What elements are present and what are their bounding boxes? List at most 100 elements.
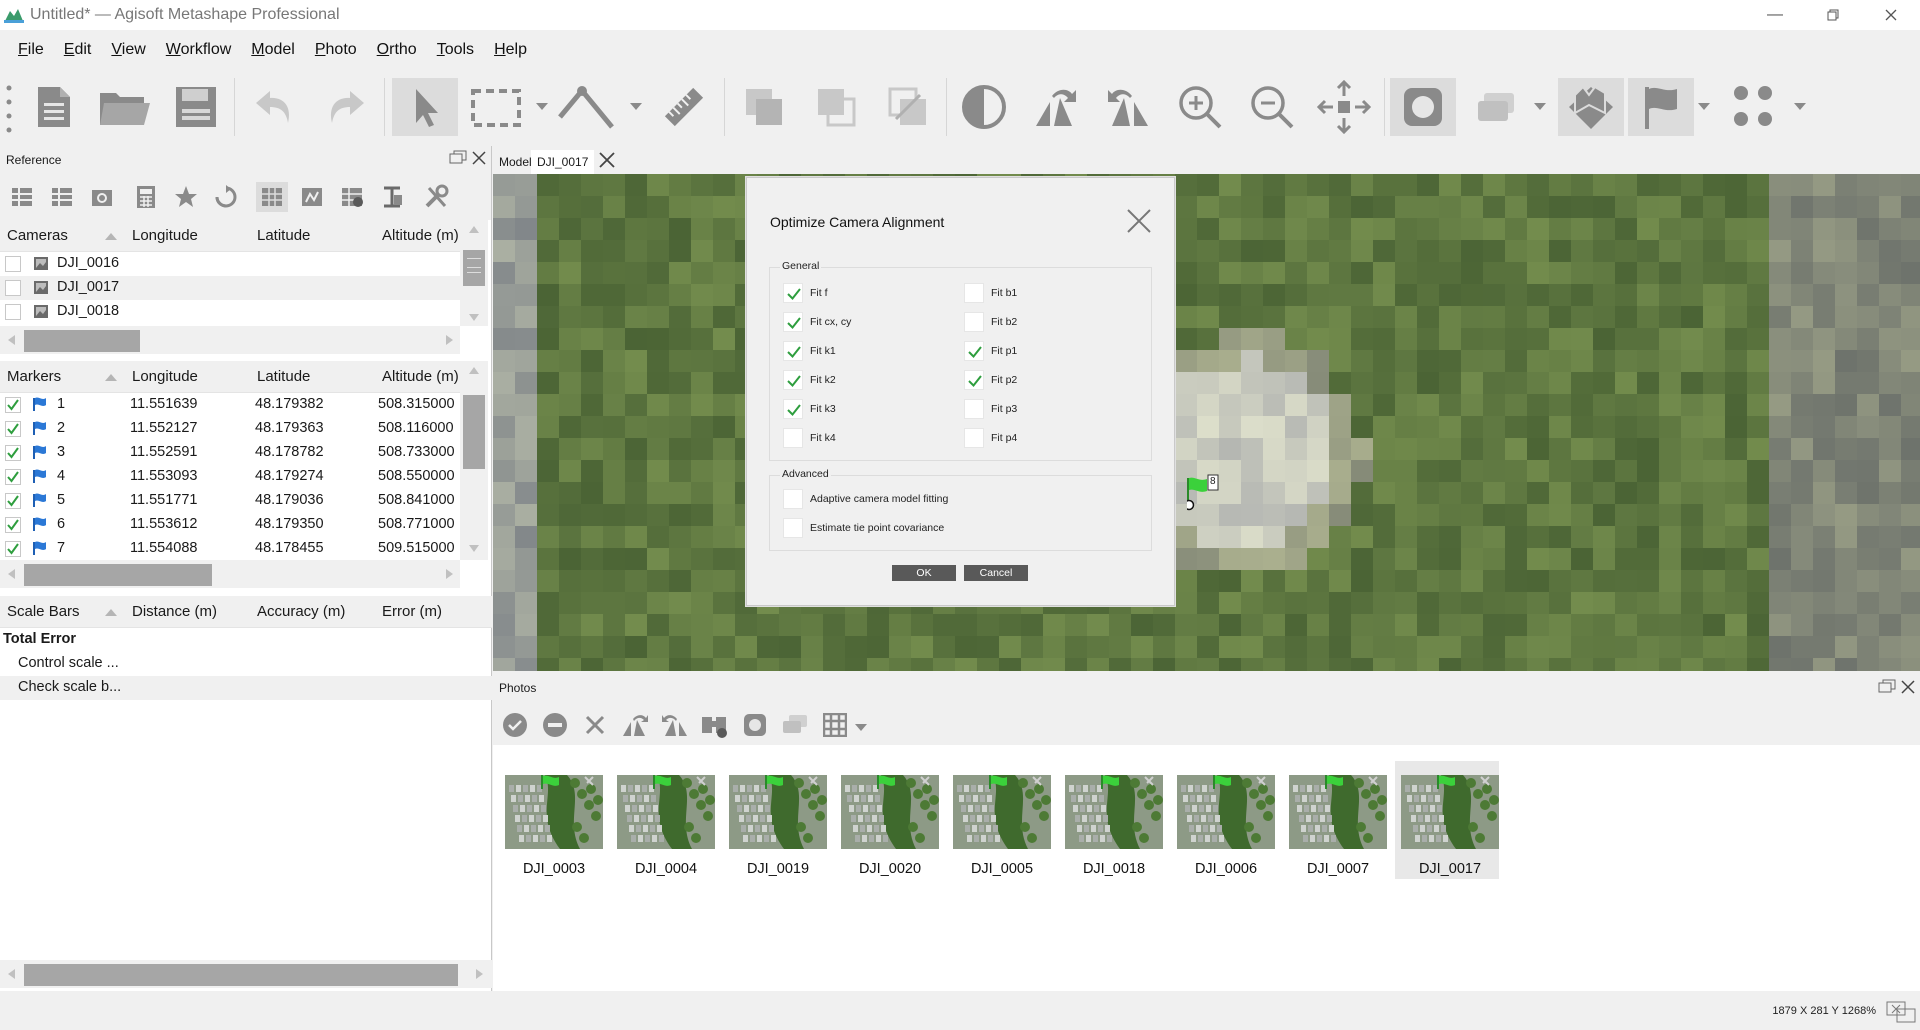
option-checkbox[interactable] [783, 370, 803, 390]
crop-subtract-icon[interactable] [806, 78, 866, 136]
camera-row[interactable]: DJI_0018 [0, 300, 460, 324]
photo-viewport[interactable]: 8 [493, 174, 1920, 671]
option-checkbox[interactable] [783, 399, 803, 419]
option-checkbox[interactable] [964, 283, 984, 303]
shapes-dropdown-icon[interactable] [1534, 103, 1546, 110]
camera-checkbox[interactable] [5, 256, 21, 272]
cameras-horizontal-scrollbar[interactable] [0, 326, 460, 354]
float-panel-icon[interactable] [1878, 679, 1896, 698]
close-panel-icon[interactable] [471, 150, 487, 171]
option-checkbox[interactable] [964, 370, 984, 390]
undo-icon[interactable] [244, 78, 304, 136]
markers-vertical-scrollbar[interactable] [460, 361, 488, 560]
enable-camera-icon[interactable] [497, 710, 533, 740]
photo-thumbnail[interactable]: DJI_0004 [611, 761, 715, 879]
rotate-left-icon[interactable] [617, 710, 653, 740]
photo-thumbnail[interactable]: DJI_0003 [499, 761, 603, 879]
minimize-icon[interactable]: — [1746, 0, 1804, 30]
menu-item-help[interactable]: Help [484, 41, 537, 59]
filter-by-marker-icon[interactable] [697, 710, 733, 740]
settings-tools-icon[interactable] [420, 182, 452, 212]
menu-item-view[interactable]: View [101, 41, 155, 59]
distance-column-header[interactable]: Distance (m) [132, 603, 217, 620]
photo-thumbnail[interactable]: DJI_0007 [1283, 761, 1387, 879]
contrast-icon[interactable] [954, 78, 1014, 136]
markers-column-header[interactable]: Markers [7, 368, 61, 385]
latitude-column-header[interactable]: Latitude [257, 227, 310, 244]
show-cameras-icon[interactable] [737, 710, 773, 740]
view-variance-icon[interactable] [376, 182, 408, 212]
error-column-header[interactable]: Error (m) [382, 603, 442, 620]
marker-flag-icon[interactable] [1183, 474, 1223, 519]
photo-thumbnail[interactable]: DJI_0006 [1171, 761, 1275, 879]
marker-row[interactable]: 3 11.552591 48.178782 508.733000 [0, 441, 460, 465]
crop-intersect-icon[interactable] [878, 78, 938, 136]
longitude-column-header[interactable]: Longitude [132, 368, 198, 385]
show-cameras-icon[interactable] [1390, 78, 1456, 136]
marker-row[interactable]: 4 11.553093 48.179274 508.550000 [0, 465, 460, 489]
option-checkbox[interactable] [783, 341, 803, 361]
show-points-icon[interactable] [1724, 78, 1784, 136]
cancel-button[interactable]: Cancel [964, 565, 1028, 581]
menu-item-model[interactable]: Model [241, 41, 305, 59]
show-markers-icon[interactable] [1558, 78, 1624, 136]
camera-row[interactable]: DJI_0016 [0, 252, 460, 276]
option-checkbox[interactable] [783, 312, 803, 332]
option-checkbox[interactable] [964, 341, 984, 361]
option-checkbox[interactable] [783, 489, 803, 509]
photo-thumbnail[interactable]: DJI_0017 [1395, 761, 1499, 879]
marker-checkbox[interactable] [5, 493, 21, 513]
menu-item-ortho[interactable]: Ortho [367, 41, 427, 59]
rotate-right-icon[interactable] [1098, 78, 1158, 136]
marker-checkbox[interactable] [5, 421, 21, 441]
option-checkbox[interactable] [783, 283, 803, 303]
menu-item-workflow[interactable]: Workflow [156, 41, 242, 59]
selection-dropdown-icon[interactable] [536, 103, 548, 110]
marker-row[interactable]: 2 11.552127 48.179363 508.116000 [0, 417, 460, 441]
latitude-column-header[interactable]: Latitude [257, 368, 310, 385]
points-dropdown-icon[interactable] [1794, 103, 1806, 110]
new-document-icon[interactable] [24, 78, 84, 136]
camera-checkbox[interactable] [5, 304, 21, 320]
close-tab-icon[interactable] [597, 150, 617, 175]
view-estimated-icon[interactable] [296, 182, 328, 212]
marker-checkbox[interactable] [5, 445, 21, 465]
show-shapes-icon[interactable] [777, 710, 813, 740]
cameras-vertical-scrollbar[interactable] [460, 220, 488, 326]
navigation-arrow-icon[interactable] [392, 78, 458, 136]
total-error-row[interactable]: Total Error [0, 628, 492, 652]
scalebars-horizontal-scrollbar[interactable] [0, 960, 492, 988]
option-checkbox[interactable] [964, 428, 984, 448]
marker-row[interactable]: 6 11.553612 48.179350 508.771000 [0, 513, 460, 537]
option-checkbox[interactable] [783, 428, 803, 448]
photo-thumbnail[interactable]: DJI_0020 [835, 761, 939, 879]
option-checkbox[interactable] [964, 399, 984, 419]
marker-checkbox[interactable] [5, 541, 21, 560]
import-reference-icon[interactable] [6, 182, 38, 212]
option-checkbox[interactable] [964, 312, 984, 332]
zoom-in-icon[interactable] [1170, 78, 1230, 136]
update-transform-icon[interactable] [210, 182, 242, 212]
disable-camera-icon[interactable] [537, 710, 573, 740]
markers-horizontal-scrollbar[interactable] [0, 560, 460, 588]
convert-reference-icon[interactable] [86, 182, 118, 212]
calculator-icon[interactable] [130, 182, 162, 212]
menu-item-file[interactable]: File [8, 41, 54, 59]
accuracy-column-header[interactable]: Accuracy (m) [257, 603, 345, 620]
ruler-dropdown-icon[interactable] [630, 103, 642, 110]
altitude-column-header[interactable]: Altitude (m) [382, 368, 459, 385]
rotate-left-icon[interactable] [1026, 78, 1086, 136]
restore-icon[interactable] [1804, 0, 1862, 30]
longitude-column-header[interactable]: Longitude [132, 227, 198, 244]
photo-thumbnail[interactable]: DJI_0005 [947, 761, 1051, 879]
check-scale-row[interactable]: Check scale b... [0, 676, 492, 700]
export-reference-icon[interactable] [46, 182, 78, 212]
show-flags-icon[interactable] [1628, 78, 1694, 136]
marker-checkbox[interactable] [5, 469, 21, 489]
ok-button[interactable]: OK [892, 565, 956, 581]
marker-checkbox[interactable] [5, 397, 21, 417]
rotate-right-icon[interactable] [657, 710, 693, 740]
close-panel-icon[interactable] [1900, 679, 1916, 698]
dialog-close-icon[interactable] [1124, 206, 1154, 236]
marker-checkbox[interactable] [5, 517, 21, 537]
